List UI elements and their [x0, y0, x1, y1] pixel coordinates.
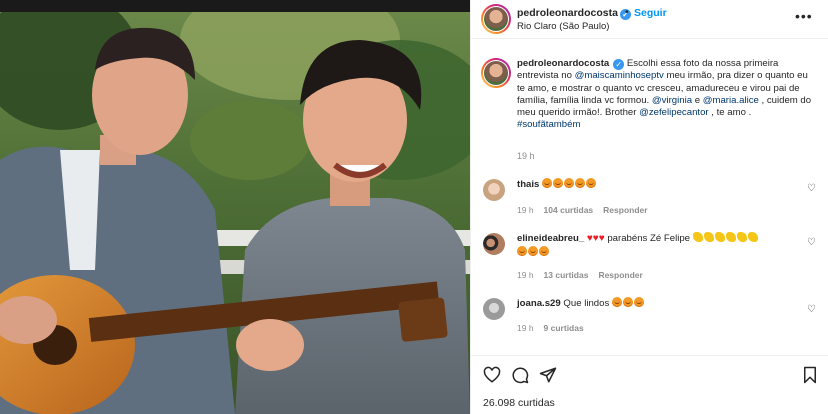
- action-bar: 26.098 curtidas: [471, 355, 828, 414]
- share-icon[interactable]: [539, 366, 557, 384]
- follow-button[interactable]: Seguir: [634, 7, 667, 19]
- comment-meta: 19 h 13 curtidas Responder: [517, 270, 653, 280]
- comment-likes[interactable]: 13 curtidas: [544, 270, 589, 280]
- comment-likes[interactable]: 104 curtidas: [544, 205, 594, 215]
- comment: elineideabreu_ ♥♥♥ parabéns Zé Felipe: [517, 232, 787, 259]
- heart-icon[interactable]: [483, 366, 501, 384]
- bookmark-icon[interactable]: [801, 366, 819, 384]
- post-panel: pedroleonardocosta ✓ • Seguir Rio Claro (…: [470, 0, 828, 414]
- comment-avatar[interactable]: [483, 179, 505, 201]
- post-header: pedroleonardocosta ✓ • Seguir Rio Claro (…: [471, 0, 828, 39]
- location-link[interactable]: Rio Claro (São Paulo): [517, 21, 609, 32]
- comment-emojis: [517, 245, 550, 258]
- comment-meta: 19 h 104 curtidas Responder: [517, 205, 658, 215]
- comment-icon[interactable]: [511, 366, 529, 384]
- likes-count[interactable]: 26.098 curtidas: [483, 397, 555, 409]
- instagram-post: pedroleonardocosta ✓ • Seguir Rio Claro (…: [0, 0, 828, 414]
- comment-avatar[interactable]: [483, 233, 505, 255]
- comment-time[interactable]: 19 h: [517, 323, 534, 333]
- reply-button[interactable]: Responder: [598, 270, 642, 280]
- post-caption: pedroleonardocosta ✓ Escolhi essa foto da…: [517, 58, 817, 132]
- caption-time[interactable]: 19 h: [517, 151, 535, 161]
- clap-emojis: [692, 232, 759, 244]
- comment-username[interactable]: elineideabreu_: [517, 233, 584, 244]
- red-heart-emojis: ♥♥♥: [586, 233, 605, 244]
- author-avatar[interactable]: [481, 4, 511, 34]
- mention-link[interactable]: @maiscaminhoseptv: [575, 70, 664, 81]
- comment-likes[interactable]: 9 curtidas: [544, 323, 584, 333]
- comment-avatar[interactable]: [483, 298, 505, 320]
- verified-badge-icon: ✓: [613, 59, 625, 70]
- author-username[interactable]: pedroleonardocosta ✓: [517, 7, 631, 20]
- comment-username[interactable]: thais: [517, 179, 539, 190]
- comment: thais: [517, 178, 787, 192]
- comment-text: Que lindos: [563, 298, 610, 309]
- caption-username[interactable]: pedroleonardocosta: [517, 58, 609, 69]
- post-image: [0, 0, 470, 414]
- more-horizontal-icon[interactable]: •••: [795, 8, 813, 24]
- hashtag-link[interactable]: #soufãtambém: [517, 119, 580, 130]
- comment-text: parabéns Zé Felipe: [607, 233, 691, 244]
- comment-time[interactable]: 19 h: [517, 205, 534, 215]
- comment-emojis: [542, 178, 597, 190]
- comment-username[interactable]: joana.s29: [517, 298, 561, 309]
- mention-link[interactable]: @zefelipecantor: [639, 107, 708, 118]
- mention-link[interactable]: @virginia: [652, 95, 692, 106]
- comment-meta: 19 h 9 curtidas: [517, 323, 594, 333]
- caption-text: e: [692, 94, 703, 106]
- comment-like-heart-icon[interactable]: ♡: [807, 183, 816, 194]
- caption-text: , te amo .: [708, 107, 752, 119]
- mention-link[interactable]: @maria.alice: [703, 95, 759, 106]
- separator-dot: •: [625, 7, 629, 18]
- comment-like-heart-icon[interactable]: ♡: [807, 237, 816, 248]
- caption-avatar[interactable]: [481, 58, 511, 88]
- reply-button[interactable]: Responder: [603, 205, 647, 215]
- comment-time[interactable]: 19 h: [517, 270, 534, 280]
- comment-emojis: [611, 297, 645, 309]
- comment: joana.s29 Que lindos: [517, 297, 787, 311]
- post-photo[interactable]: [0, 0, 470, 414]
- comment-like-heart-icon[interactable]: ♡: [807, 304, 816, 315]
